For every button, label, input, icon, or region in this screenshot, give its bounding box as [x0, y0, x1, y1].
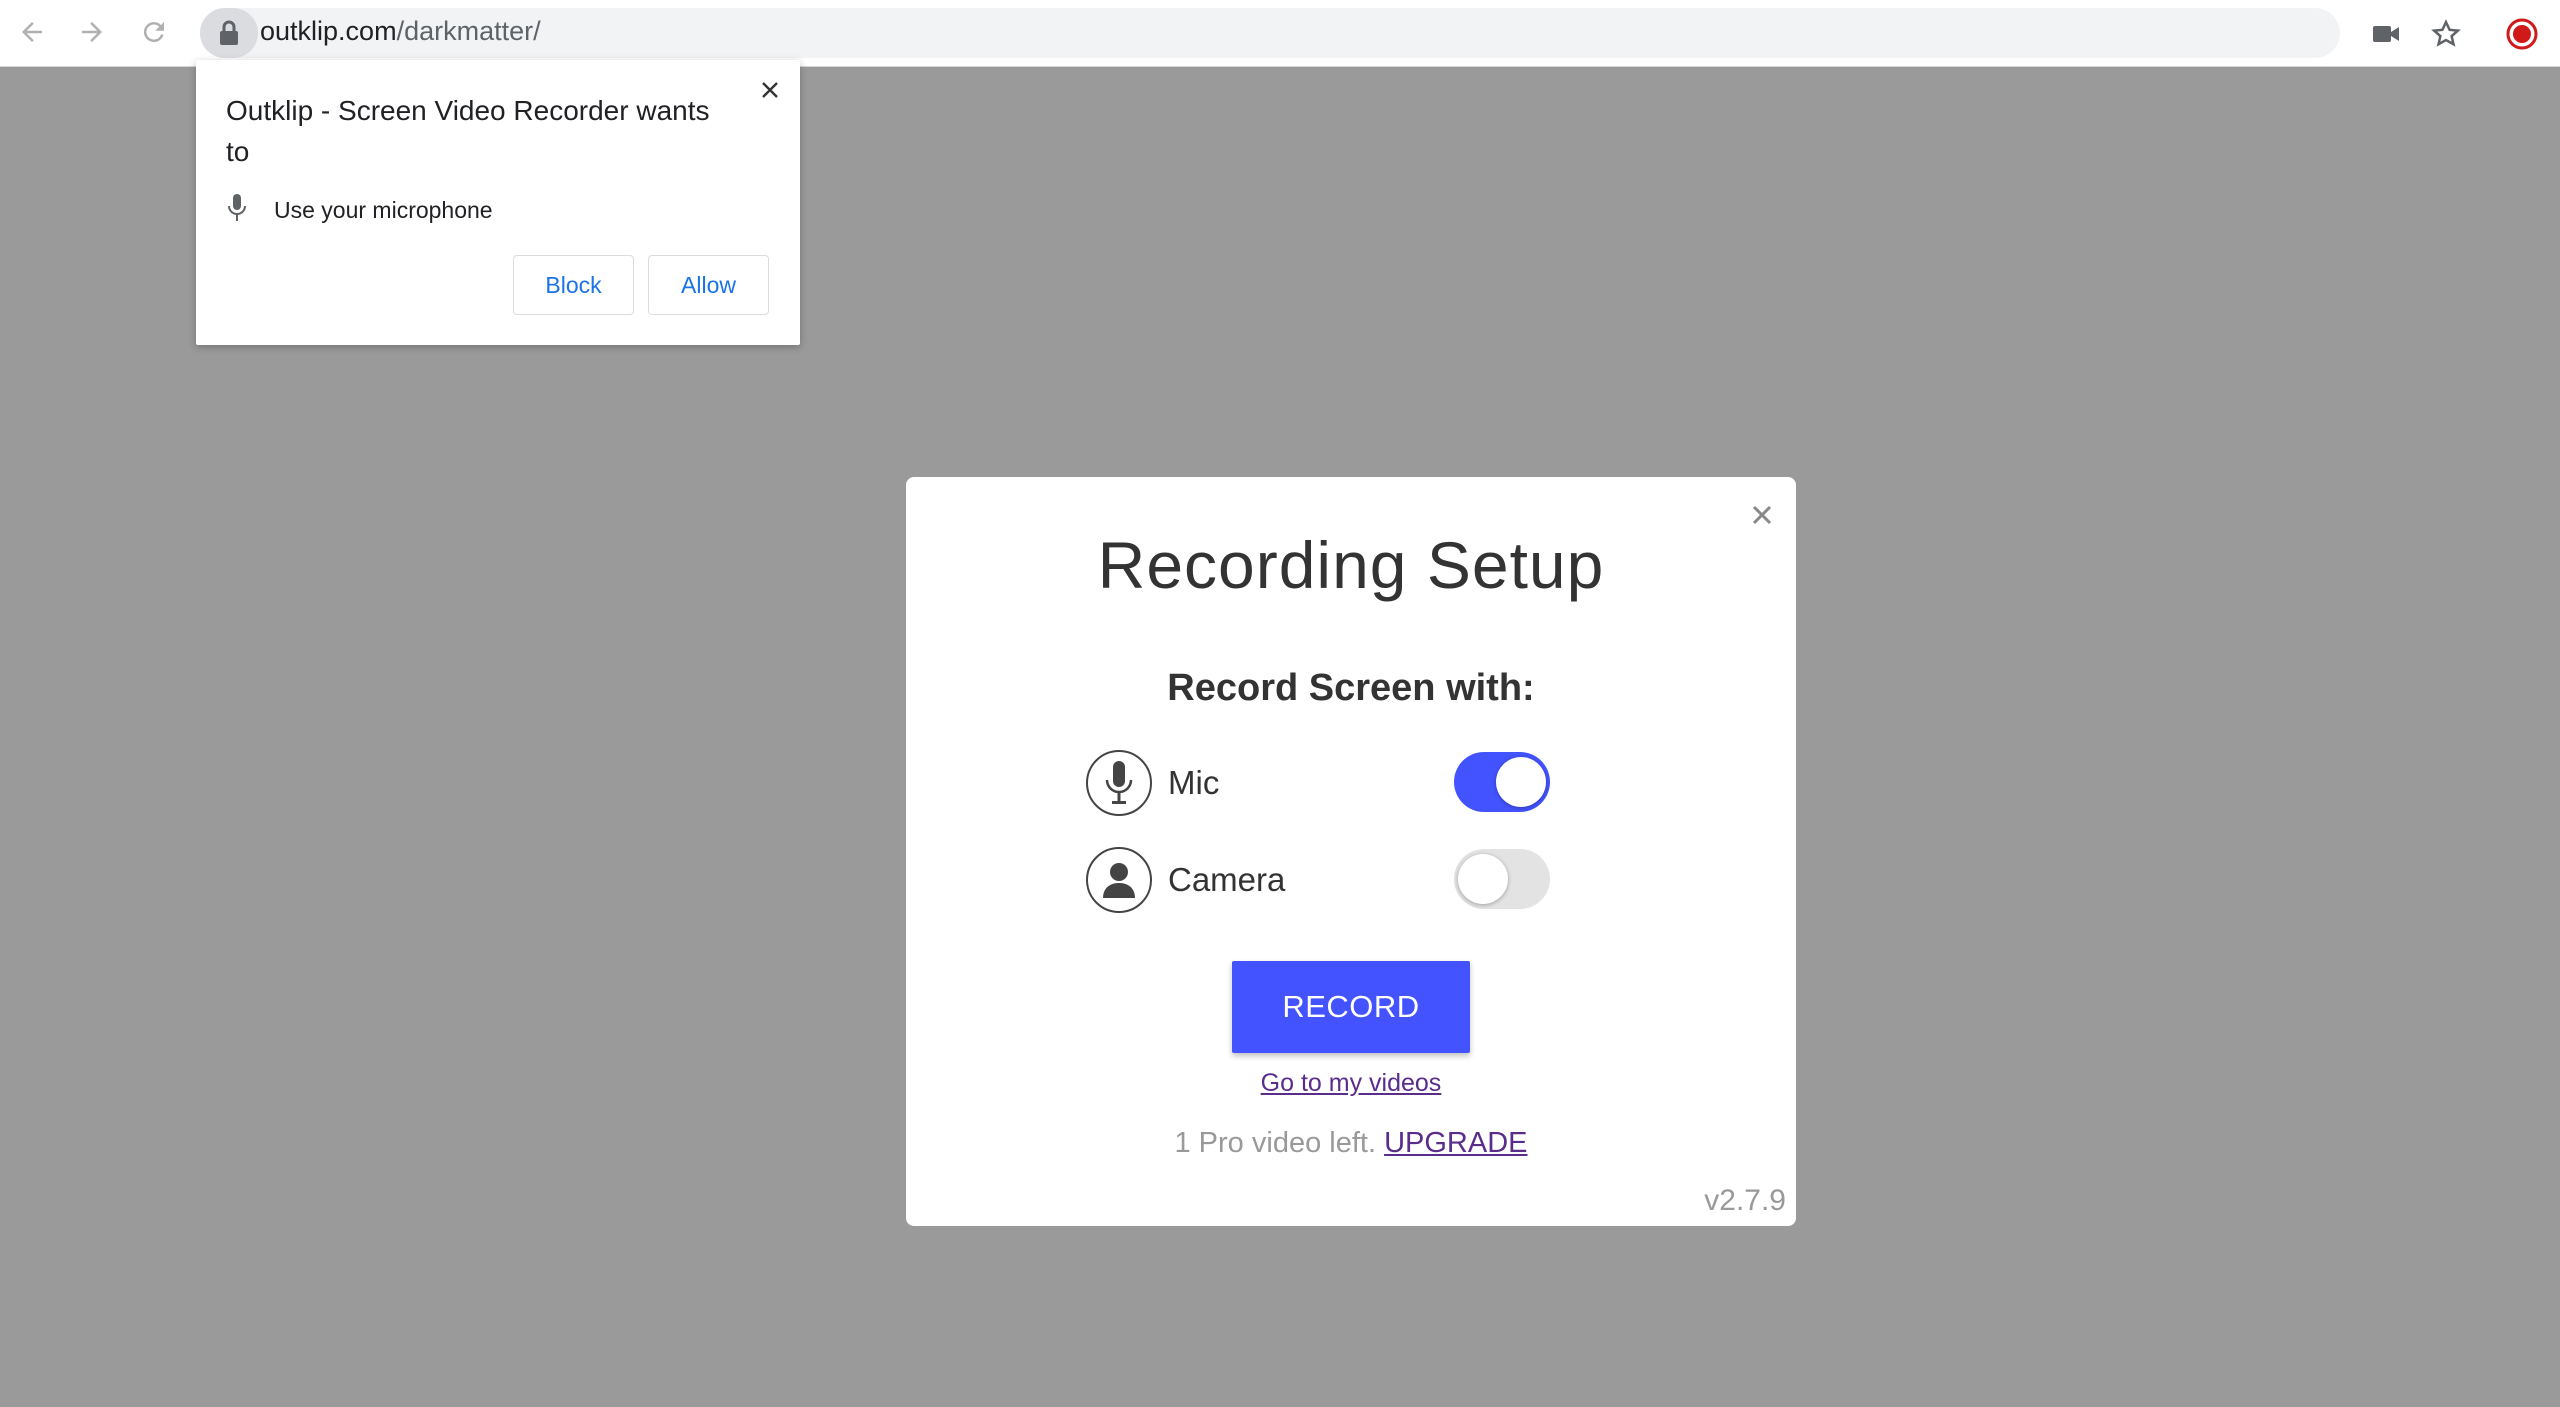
recording-setup-modal: Recording Setup Record Screen with: Mic …: [906, 477, 1796, 1226]
back-arrow-icon[interactable]: [12, 12, 52, 52]
toggle-knob: [1458, 854, 1508, 904]
permission-title: Outklip - Screen Video Recorder wants to: [226, 95, 710, 167]
video-camera-icon[interactable]: [2364, 12, 2408, 56]
extension-icon[interactable]: [2500, 12, 2544, 56]
lock-icon[interactable]: [200, 8, 258, 58]
permission-request-label: Use your microphone: [274, 196, 493, 223]
permission-popup: Outklip - Screen Video Recorder wants to…: [196, 60, 800, 345]
microphone-icon: [226, 193, 248, 228]
url-path: /darkmatter/: [396, 16, 541, 46]
mic-toggle[interactable]: [1454, 752, 1550, 812]
mic-option-row: Mic: [1086, 750, 1576, 820]
url-text[interactable]: outklip.com/darkmatter/: [260, 16, 541, 47]
pro-videos-line: 1 Pro video left. UPGRADE: [906, 1127, 1796, 1160]
version-label: v2.7.9: [1704, 1184, 1786, 1217]
browser-toolbar: outklip.com/darkmatter/: [0, 0, 2560, 67]
block-button[interactable]: Block: [513, 255, 634, 315]
pro-videos-text: 1 Pro video left.: [1174, 1127, 1377, 1159]
go-to-videos-link[interactable]: Go to my videos: [906, 1069, 1796, 1098]
camera-toggle[interactable]: [1454, 849, 1550, 909]
mic-label: Mic: [1168, 764, 1220, 801]
upgrade-link[interactable]: UPGRADE: [1384, 1127, 1527, 1159]
forward-arrow-icon[interactable]: [72, 12, 112, 52]
camera-label: Camera: [1168, 861, 1286, 898]
star-icon[interactable]: [2424, 12, 2468, 56]
microphone-icon: [1086, 750, 1152, 816]
toggle-knob: [1496, 757, 1546, 807]
modal-title: Recording Setup: [1097, 528, 1605, 602]
allow-button[interactable]: Allow: [648, 255, 769, 315]
record-button[interactable]: RECORD: [1232, 961, 1470, 1053]
camera-option-row: Camera: [1086, 847, 1576, 917]
reload-icon[interactable]: [134, 12, 174, 52]
modal-subtitle: Record Screen with:: [1167, 667, 1535, 709]
person-icon: [1086, 847, 1152, 913]
url-domain: outklip.com: [260, 16, 397, 46]
close-icon[interactable]: [752, 72, 788, 108]
permission-request: Use your microphone: [226, 190, 493, 230]
